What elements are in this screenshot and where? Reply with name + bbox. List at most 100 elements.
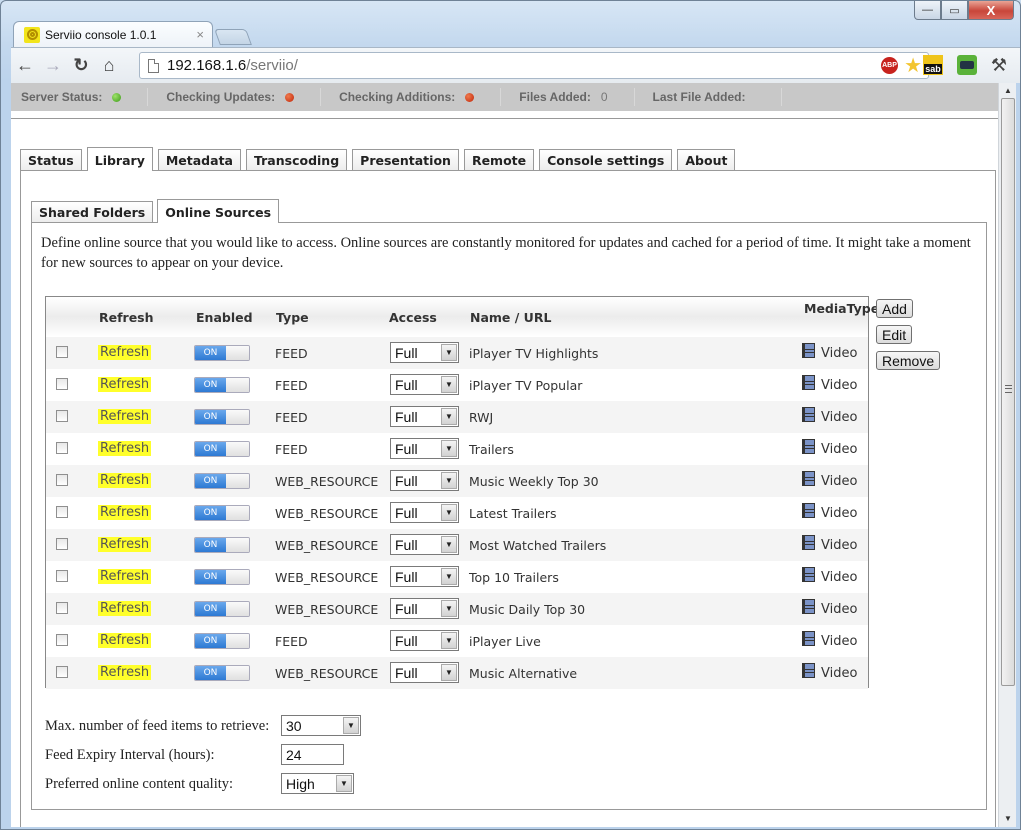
server-status-green-indicator [112, 92, 122, 102]
access-select[interactable]: Full ▼ [390, 438, 459, 459]
refresh-link[interactable]: Refresh [98, 473, 152, 488]
access-select[interactable]: Full ▼ [390, 662, 459, 683]
back-icon[interactable]: ← [11, 55, 39, 76]
tab-shared-folders[interactable]: Shared Folders [31, 201, 154, 223]
files-added: Files Added: 0 [519, 90, 608, 104]
bookmark-star-icon[interactable]: ★ [904, 53, 922, 78]
browser-tab[interactable]: Serviio console 1.0.1 × [13, 21, 213, 47]
tab-metadata[interactable]: Metadata [157, 149, 241, 171]
tab-about[interactable]: About [677, 149, 736, 171]
tab-status[interactable]: Status [20, 149, 82, 171]
remove-button[interactable]: Remove [876, 351, 941, 370]
access-select[interactable]: Full ▼ [390, 502, 459, 523]
refresh-link[interactable]: Refresh [98, 633, 152, 648]
header-enabled: Enabled [196, 310, 253, 325]
enabled-toggle[interactable]: ON [194, 633, 250, 649]
sabnzbd-extension-icon[interactable]: sab [923, 55, 943, 75]
max-items-select[interactable]: 30 ▼ [281, 715, 361, 736]
files-added-count: 0 [600, 90, 608, 104]
library-sub-tabs: Shared Folders Online Sources [31, 199, 283, 223]
row-checkbox[interactable] [56, 538, 68, 550]
home-icon[interactable]: ⌂ [95, 55, 123, 76]
reload-icon[interactable]: ↻ [67, 55, 95, 76]
access-select[interactable]: Full ▼ [390, 630, 459, 651]
adblock-icon[interactable]: ABP [881, 57, 898, 74]
row-checkbox[interactable] [56, 602, 68, 614]
enabled-toggle[interactable]: ON [194, 441, 250, 457]
refresh-link[interactable]: Refresh [98, 537, 152, 552]
edit-button[interactable]: Edit [876, 325, 913, 344]
source-name: Most Watched Trailers [469, 538, 607, 553]
enabled-toggle[interactable]: ON [194, 505, 250, 521]
add-button[interactable]: Add [876, 299, 913, 318]
row-checkbox[interactable] [56, 410, 68, 422]
enabled-toggle[interactable]: ON [194, 473, 250, 489]
row-checkbox[interactable] [56, 442, 68, 454]
tab-remote[interactable]: Remote [463, 149, 535, 171]
access-select[interactable]: Full ▼ [390, 374, 459, 395]
scroll-up-icon[interactable]: ▲ [999, 83, 1017, 99]
refresh-link[interactable]: Refresh [98, 665, 152, 680]
access-select[interactable]: Full ▼ [390, 534, 459, 555]
tab-online-sources[interactable]: Online Sources [157, 199, 280, 223]
checking-updates-red-indicator [285, 92, 295, 102]
minimize-button[interactable]: — [914, 1, 941, 20]
table-header: Refresh Enabled Type Access Name / URL M… [46, 297, 879, 337]
table-row: Refresh ON WEB_RESOURCE Full ▼ Music Daily To… [46, 593, 868, 625]
enabled-toggle[interactable]: ON [194, 569, 250, 585]
enabled-toggle[interactable]: ON [194, 345, 250, 361]
refresh-link[interactable]: Refresh [98, 601, 152, 616]
access-select[interactable]: Full ▼ [390, 342, 459, 363]
enabled-toggle[interactable]: ON [194, 537, 250, 553]
tab-title: Serviio console 1.0.1 [45, 27, 157, 42]
refresh-link[interactable]: Refresh [98, 345, 152, 360]
row-checkbox[interactable] [56, 474, 68, 486]
access-select[interactable]: Full ▼ [390, 406, 459, 427]
forward-icon[interactable]: → [39, 55, 67, 76]
row-checkbox[interactable] [56, 378, 68, 390]
browser-toolbar: ← → ↻ ⌂ 192.168.1.6/serviio/ ABP ★ sab ⚒ [11, 47, 1020, 83]
close-window-button[interactable]: X [968, 1, 1014, 20]
film-icon [802, 439, 815, 454]
chevron-down-icon: ▼ [336, 775, 352, 792]
media-type: Video [802, 471, 857, 489]
wrench-menu-icon[interactable]: ⚒ [989, 55, 1009, 75]
enabled-toggle[interactable]: ON [194, 377, 250, 393]
refresh-link[interactable]: Refresh [98, 377, 152, 392]
enabled-toggle[interactable]: ON [194, 665, 250, 681]
new-tab-button[interactable] [214, 29, 252, 45]
access-select[interactable]: Full ▼ [390, 566, 459, 587]
tab-library[interactable]: Library [86, 147, 153, 171]
expiry-input[interactable]: 24 [281, 744, 344, 765]
row-checkbox[interactable] [56, 506, 68, 518]
refresh-link[interactable]: Refresh [98, 569, 152, 584]
scroll-thumb[interactable] [1001, 98, 1015, 686]
row-checkbox[interactable] [56, 570, 68, 582]
access-select[interactable]: Full ▼ [390, 470, 459, 491]
refresh-link[interactable]: Refresh [98, 409, 152, 424]
refresh-link[interactable]: Refresh [98, 441, 152, 456]
table-row: Refresh ON WEB_RESOURCE Full ▼ Music Weekly T… [46, 465, 868, 497]
enabled-toggle[interactable]: ON [194, 409, 250, 425]
quality-select[interactable]: High ▼ [281, 773, 354, 794]
row-checkbox[interactable] [56, 346, 68, 358]
table-row: Refresh ON FEED Full ▼ iPlayer TV Popular Vide… [46, 369, 868, 401]
tab-presentation[interactable]: Presentation [352, 149, 459, 171]
address-bar[interactable]: 192.168.1.6/serviio/ ABP ★ [139, 52, 929, 79]
media-type: Video [802, 631, 857, 649]
tab-close-icon[interactable]: × [196, 27, 204, 42]
access-select[interactable]: Full ▼ [390, 598, 459, 619]
table-row: Refresh ON WEB_RESOURCE Full ▼ Music Alternat… [46, 657, 868, 689]
enabled-toggle[interactable]: ON [194, 601, 250, 617]
scroll-down-icon[interactable]: ▼ [999, 811, 1017, 827]
row-checkbox[interactable] [56, 634, 68, 646]
roboform-extension-icon[interactable] [957, 55, 977, 75]
maximize-button[interactable]: ▭ [941, 1, 968, 20]
tab-transcoding[interactable]: Transcoding [245, 149, 348, 171]
vertical-scrollbar[interactable]: ▲ ▼ [998, 83, 1016, 827]
source-type: FEED [275, 378, 308, 393]
chevron-down-icon: ▼ [441, 568, 457, 585]
tab-console-settings[interactable]: Console settings [539, 149, 673, 171]
refresh-link[interactable]: Refresh [98, 505, 152, 520]
row-checkbox[interactable] [56, 666, 68, 678]
